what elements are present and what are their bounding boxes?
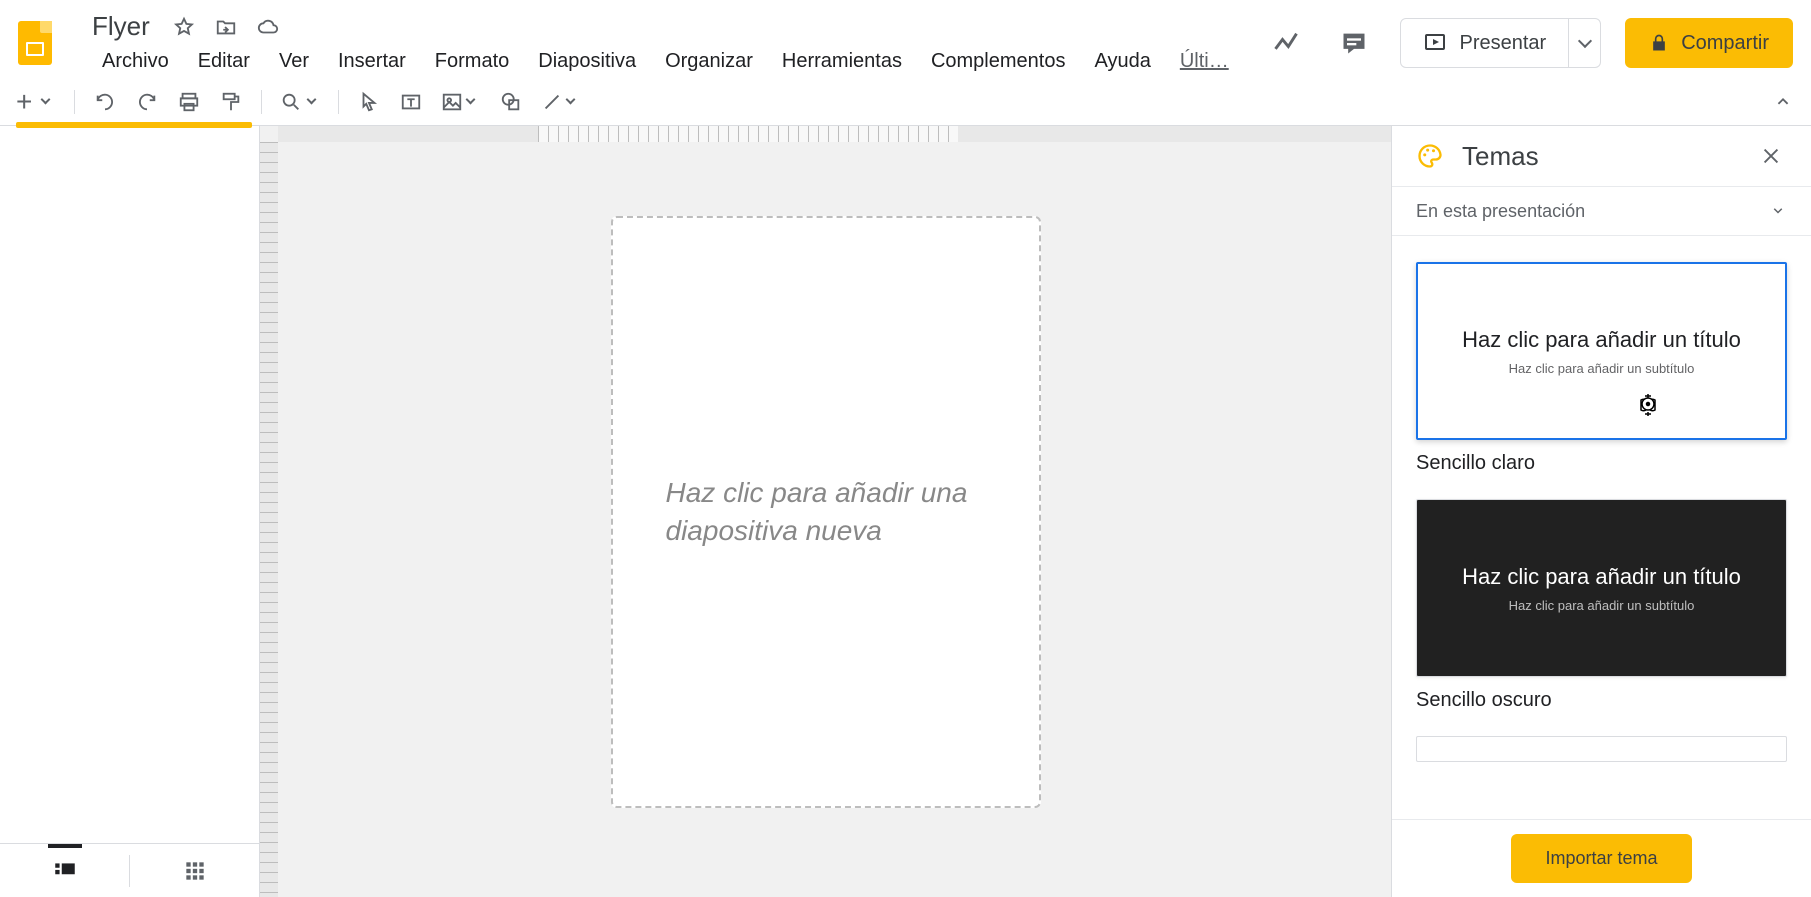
menu-tools[interactable]: Herramientas [768, 46, 916, 77]
theme-card-peek[interactable] [1416, 736, 1787, 762]
themes-in-presentation-row[interactable]: En esta presentación [1392, 186, 1811, 236]
document-title[interactable]: Flyer [88, 9, 154, 44]
add-slide-text: Haz clic para añadir una diapositiva nue… [666, 474, 986, 550]
undo-button[interactable] [87, 84, 123, 120]
present-button[interactable]: Presentar [1401, 19, 1568, 67]
theme-card-light[interactable]: Haz clic para añadir un título Haz clic … [1416, 262, 1787, 440]
themes-list[interactable]: Haz clic para añadir un título Haz clic … [1392, 236, 1811, 819]
textbox-tool[interactable] [393, 84, 429, 120]
canvas[interactable]: Haz clic para añadir una diapositiva nue… [260, 126, 1391, 897]
themes-sidebar: Temas En esta presentación Haz clic para… [1391, 126, 1811, 897]
menu-bar: Archivo Editar Ver Insertar Formato Diap… [88, 46, 1243, 77]
theme-card-subtitle: Haz clic para añadir un subtítulo [1509, 361, 1695, 376]
menu-format[interactable]: Formato [421, 46, 523, 77]
horizontal-ruler [278, 126, 1391, 142]
vertical-ruler [260, 142, 278, 897]
themes-title: Temas [1462, 141, 1539, 172]
themes-row-label: En esta presentación [1416, 201, 1585, 222]
menu-view[interactable]: Ver [265, 46, 323, 77]
present-button-group: Presentar [1400, 18, 1601, 68]
close-themes-button[interactable] [1755, 140, 1787, 172]
menu-arrange[interactable]: Organizar [651, 46, 767, 77]
activity-icon[interactable] [1264, 21, 1308, 65]
menu-edit[interactable]: Editar [184, 46, 264, 77]
present-dropdown[interactable] [1568, 19, 1600, 67]
app-header: Flyer Archivo Editar Ver Insertar Format… [0, 0, 1811, 78]
line-tool[interactable] [535, 84, 587, 120]
last-edit-link[interactable]: Últi… [1166, 46, 1243, 77]
new-slide-button[interactable]: + [10, 84, 62, 120]
menu-file[interactable]: Archivo [88, 46, 183, 77]
collapse-toolbar-button[interactable] [1765, 84, 1801, 120]
share-label: Compartir [1681, 32, 1769, 55]
menu-insert[interactable]: Insertar [324, 46, 420, 77]
theme-card-dark[interactable]: Haz clic para añadir un título Haz clic … [1416, 499, 1787, 677]
theme-card-title: Haz clic para añadir un título [1462, 563, 1741, 591]
palette-icon [1416, 142, 1444, 170]
filmstrip-view-button[interactable] [0, 844, 129, 897]
filmstrip [0, 126, 260, 897]
menu-addons[interactable]: Complementos [917, 46, 1080, 77]
slides-logo[interactable] [18, 21, 62, 65]
theme-label-light: Sencillo claro [1416, 452, 1787, 475]
redo-button[interactable] [129, 84, 165, 120]
add-slide-placeholder[interactable]: Haz clic para añadir una diapositiva nue… [611, 216, 1041, 808]
select-tool[interactable] [351, 84, 387, 120]
theme-label-dark: Sencillo oscuro [1416, 689, 1787, 712]
view-switcher [0, 843, 259, 897]
theme-card-subtitle: Haz clic para añadir un subtítulo [1509, 598, 1695, 613]
cloud-status-icon[interactable] [256, 15, 280, 39]
grid-view-button[interactable] [130, 844, 259, 897]
share-button[interactable]: Compartir [1625, 18, 1793, 68]
main-area: Haz clic para añadir una diapositiva nue… [0, 126, 1811, 897]
selected-thumbnail-indicator [16, 122, 252, 128]
paint-format-button[interactable] [213, 84, 249, 120]
shape-tool[interactable] [493, 84, 529, 120]
title-column: Flyer Archivo Editar Ver Insertar Format… [88, 9, 1243, 77]
move-folder-icon[interactable] [214, 15, 238, 39]
print-button[interactable] [171, 84, 207, 120]
theme-card-title: Haz clic para añadir un título [1462, 326, 1741, 354]
zoom-button[interactable] [274, 84, 326, 120]
image-tool[interactable] [435, 84, 487, 120]
toolbar: + [0, 78, 1811, 126]
comments-icon[interactable] [1332, 21, 1376, 65]
star-icon[interactable] [172, 15, 196, 39]
present-label: Presentar [1459, 32, 1546, 55]
menu-slide[interactable]: Diapositiva [524, 46, 650, 77]
header-actions: Presentar Compartir [1264, 18, 1793, 68]
import-theme-button[interactable]: Importar tema [1511, 834, 1691, 883]
menu-help[interactable]: Ayuda [1080, 46, 1164, 77]
